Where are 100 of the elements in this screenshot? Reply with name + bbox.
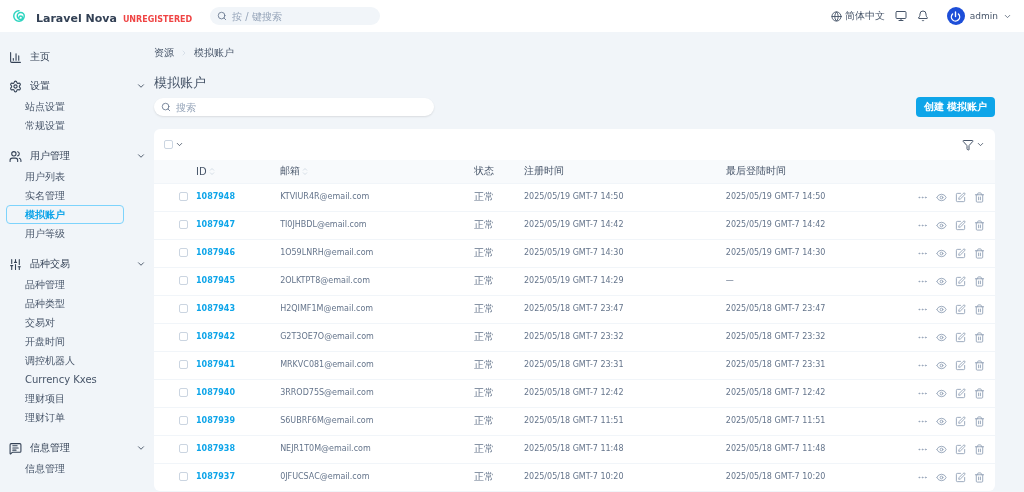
table-cell: KTVIUR4R@email.com [280,192,370,201]
trash-icon[interactable] [974,471,985,483]
sidebar-item[interactable]: 开盘时间 [6,332,124,351]
sidebar-item[interactable]: 用户列表 [6,167,124,186]
sidebar-item[interactable]: 理财项目 [6,389,124,408]
breadcrumb-link[interactable]: 资源 [154,46,174,60]
edit-icon[interactable] [955,471,966,483]
row-checkbox[interactable] [179,275,189,285]
bell-icon[interactable] [916,10,929,22]
sidebar-item[interactable]: 品种管理 [6,275,124,294]
table-cell: 2025/05/18 GMT-7 10:20 [725,472,826,482]
row-checkbox[interactable] [179,415,189,425]
edit-icon[interactable] [955,219,966,231]
table-cell: S6UBRF6M@email.com [280,416,374,425]
table-cell: 2025/05/19 GMT-7 14:29 [524,276,624,285]
table-cell: 2025/05/18 GMT-7 10:20 [524,472,624,482]
row-checkbox[interactable] [179,387,189,397]
search-icon [217,11,228,21]
edit-icon[interactable] [955,415,966,427]
trash-icon[interactable] [974,303,985,315]
table-cell: 2025/05/19 GMT-7 14:30 [725,248,826,257]
chevron-icon [136,151,146,161]
sidebar-item[interactable]: 实名管理 [6,186,124,205]
row-checkbox[interactable] [179,359,189,369]
trash-icon[interactable] [974,247,985,259]
trash-icon[interactable] [974,415,985,427]
row-checkbox[interactable] [179,331,189,341]
sidebar-group[interactable]: 品种交易 [6,256,146,272]
edit-icon[interactable] [955,387,966,399]
eye-icon[interactable] [936,359,947,371]
chevron-icon [136,81,146,91]
trash-icon[interactable] [974,359,985,371]
filter-icon[interactable] [962,138,974,151]
status-text: 正常 [473,247,494,258]
unregistered-label: UNREGISTERED [122,14,193,24]
edit-icon[interactable] [955,359,966,371]
trash-icon[interactable] [974,219,985,231]
globe-icon [830,10,842,22]
select-all-checkbox[interactable] [164,140,173,149]
trash-icon[interactable] [974,275,985,287]
edit-icon[interactable] [955,275,966,287]
sidebar-item[interactable]: 理财订单 [6,408,124,427]
chevron-icon[interactable] [976,140,985,149]
eye-icon[interactable] [936,443,947,455]
row-checkbox[interactable] [179,247,189,257]
user-menu[interactable]: admin [946,7,1012,25]
sidebar-item[interactable]: 站点设置 [6,97,124,116]
eye-icon[interactable] [936,275,947,287]
monitor-icon[interactable] [894,10,907,22]
column-header[interactable]: 邮箱 [280,164,309,179]
sliders-icon [9,257,22,271]
edit-icon[interactable] [955,331,966,343]
edit-icon[interactable] [955,443,966,455]
row-checkbox[interactable] [179,219,189,229]
table-cell: 2025/05/18 GMT-7 23:32 [725,332,826,341]
trash-icon[interactable] [974,191,985,203]
table-cell: 2025/05/19 GMT-7 14:30 [524,248,624,257]
row-checkbox[interactable] [179,443,189,453]
eye-icon[interactable] [936,331,947,343]
row-checkbox[interactable] [179,471,189,481]
trash-icon[interactable] [974,331,985,343]
sidebar-group[interactable]: 用户管理 [6,148,146,164]
row-checkbox[interactable] [179,303,189,313]
edit-icon[interactable] [955,191,966,203]
edit-icon[interactable] [955,247,966,259]
search-field[interactable]: 搜索 [154,98,434,116]
table-cell: 2025/05/18 GMT-7 23:31 [725,360,826,369]
edit-icon[interactable] [955,303,966,315]
eye-icon[interactable] [936,415,947,427]
sidebar-group[interactable]: 设置 [6,78,146,94]
trash-icon[interactable] [974,443,985,455]
table-cell: 2025/05/18 GMT-7 23:47 [725,304,826,313]
table-cell: 2025/05/18 GMT-7 23:47 [524,304,624,313]
sidebar-item[interactable]: 调控机器人 [6,351,124,370]
sidebar-item[interactable]: 信息管理 [6,459,124,478]
eye-icon[interactable] [936,387,947,399]
row-checkbox[interactable] [179,191,189,201]
eye-icon[interactable] [936,191,947,203]
sidebar-item[interactable]: 常规设置 [6,116,124,135]
eye-icon[interactable] [936,247,947,259]
sidebar-item[interactable]: 用户等级 [6,224,124,243]
table-cell: 2025/05/19 GMT-7 14:42 [725,220,826,229]
eye-icon[interactable] [936,471,947,483]
sidebar-item[interactable]: Currency Kxes [6,370,124,389]
chevron-icon[interactable] [175,140,184,149]
status-text: 正常 [473,471,494,483]
sidebar-item[interactable]: 品种类型 [6,294,124,313]
global-search-field[interactable]: 按 / 键搜索 [210,7,381,25]
eye-icon[interactable] [936,219,947,231]
sidebar-group[interactable]: 信息管理 [6,440,146,456]
status-text: 正常 [473,331,494,342]
table-cell: 2025/05/18 GMT-7 11:48 [725,444,826,453]
trash-icon[interactable] [974,387,985,399]
sidebar-item[interactable]: 交易对 [6,313,124,332]
eye-icon[interactable] [936,303,947,315]
gear-icon [9,79,22,93]
column-header[interactable]: ID [196,165,215,177]
message-icon [9,441,22,455]
language-button[interactable]: 简体中文 [830,9,885,23]
sidebar-group[interactable]: 主页 [6,49,146,65]
